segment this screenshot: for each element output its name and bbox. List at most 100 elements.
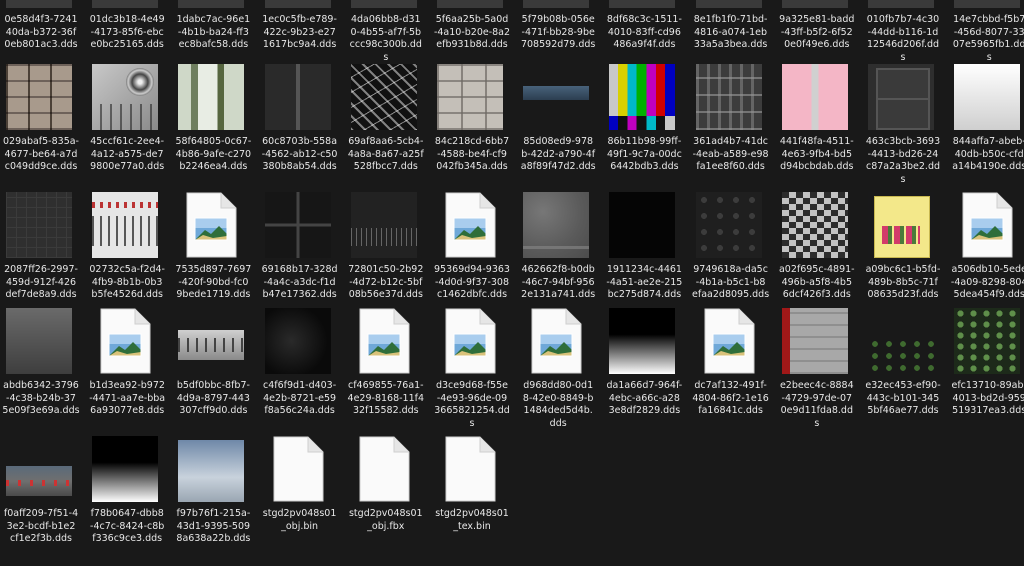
- file-name-line: -46c7-94bf-956: [521, 276, 595, 288]
- file-item[interactable]: 7535d897-7697 -420f-90bd-fc0 9bede1719.dds: [175, 192, 260, 322]
- file-name-line: fa16841c.dds: [698, 405, 763, 416]
- file-name-line: 0-4b55-af7f-5b: [350, 26, 422, 38]
- file-name: 14e7cbbd-f5b7 -456d-8077-33 07e5965fb1.dd s: [948, 14, 1024, 64]
- file-name-line: 40da-b372-36f: [5, 26, 77, 38]
- file-name-line: 307cff9d0.dds: [179, 405, 248, 416]
- file-name-line: 4e29-8168-11f4: [347, 392, 425, 404]
- file-thumbnail: [264, 64, 331, 130]
- file-item[interactable]: 69af8aa6-5cb4- 4a8a-8a67-a25f 528fbcc7.dds: [348, 64, 433, 194]
- file-item[interactable]: 9a325e81-badd -43ff-b5f2-6f52 0e0f49e6.dds: [779, 0, 864, 72]
- file-item[interactable]: 5f79b08b-056e -471f-bb28-9be 708592d79.dds: [521, 0, 605, 72]
- file-item[interactable]: abdb6342-3796 -4c38-b24b-37 5e09f3e69a.dds: [2, 308, 88, 438]
- file-item[interactable]: 84c218cd-6bb7 -4588-be4f-cf9 042fb345a.dds: [435, 64, 519, 194]
- file-item[interactable]: 60c8703b-558a -4562-ab12-c50 380b8ab54.dds: [262, 64, 347, 194]
- file-item[interactable]: 69168b17-328d -4a4c-a3dc-f1d b47e17362.dds: [262, 192, 347, 322]
- file-item[interactable]: 361ad4b7-41dc -4eab-a589-e98 fa1ee8f60.dds: [693, 64, 778, 194]
- file-item[interactable]: 9749618a-da5c -4b1a-b5c1-b8 efaa2d8095.dds: [692, 192, 778, 322]
- file-name-line: 489b-8b5c-71f: [868, 276, 938, 288]
- file-name-line: 443c-b101-345: [866, 392, 940, 404]
- file-name-line: efaa2d8095.dds: [692, 289, 770, 300]
- file-item[interactable]: stgd2pv048s01 _obj.bin: [263, 436, 347, 566]
- file-item[interactable]: 2087ff26-2997- 459d-912f-426 def7de8a9.dds: [4, 192, 88, 322]
- file-name-line: d3ce9d68-f55e: [435, 380, 508, 391]
- file-item[interactable]: f0aff209-7f51-4 3e2-bcdf-b1e2 cf1e2f3b.dds: [4, 436, 88, 566]
- file-name: 9749618a-da5c -4b1a-b5c1-b8 efaa2d8095.dds: [690, 264, 772, 302]
- file-name-line: 58f64805-0c67-: [175, 136, 252, 147]
- file-item[interactable]: 1911234c-4461 -4a51-ae2e-215 bc275d874.dds: [606, 192, 691, 322]
- file-name-line: -4a10-b20e-8a2: [433, 26, 511, 38]
- file-item[interactable]: 029abaf5-835a- 4677-be64-a7d c049dd9ce.dds: [3, 64, 88, 194]
- file-item[interactable]: 1dabc7ac-96e1 -4b1b-ba24-ff3 ec8bafc58.dds: [176, 0, 260, 72]
- file-thumbnail: [178, 0, 245, 8]
- file-item[interactable]: 1ec0c5fb-e789- 422c-9b23-e27 1617bc9a4.dds: [262, 0, 347, 72]
- file-item[interactable]: cf469855-76a1- 4e29-8168-11f4 32f15582.dds: [348, 308, 433, 438]
- file-item[interactable]: 844affa7-abeb- 40db-b50c-cfd a14b4190e.dds: [952, 64, 1024, 194]
- file-name-line: -4c38-b24b-37: [6, 392, 76, 404]
- file-item[interactable]: b5df0bbc-8fb7- 4d9a-8797-443 307cff9d0.dds: [176, 308, 260, 438]
- file-item[interactable]: 0e58d4f3-7241 40da-b372-36f 0eb801ac3.dds: [4, 0, 88, 72]
- file-name: 60c8703b-558a -4562-ab12-c50 380b8ab54.dds: [259, 136, 341, 174]
- file-item[interactable]: e32ec453-ef90- 443c-b101-345 5bf46ae77.dds: [865, 308, 950, 438]
- file-item[interactable]: 86b11b98-99ff- 49f1-9c7a-00dc 6442bdb3.dds: [607, 64, 691, 194]
- file-item[interactable]: 14e7cbbd-f5b7 -456d-8077-33 07e5965fb1.dd s: [952, 0, 1024, 72]
- file-name-line: dc7af132-491f-: [694, 380, 767, 391]
- file-name-line: 72801c50-2b92: [348, 264, 424, 275]
- file-name-line: cf469855-76a1-: [347, 380, 424, 391]
- file-name-line: 1ec0c5fb-e789-: [262, 14, 337, 25]
- file-item[interactable]: 58f64805-0c67- 4b86-9afe-c270 b2246ea4.dds: [175, 64, 260, 194]
- file-thumbnail: [92, 436, 159, 502]
- file-item[interactable]: stgd2pv048s01 _obj.fbx: [349, 436, 433, 566]
- file-name-line: 14e7cbbd-f5b7: [953, 14, 1024, 25]
- file-item[interactable]: a506db10-5ede -4a09-8298-804 5dea454f9.dds: [951, 192, 1024, 322]
- file-name-line: 01dc3b18-4e49: [89, 14, 165, 25]
- file-name-line: 08b56e37d.dds: [348, 289, 423, 300]
- file-thumbnail: [437, 64, 503, 130]
- file-name-line: 3e8df2829.dds: [608, 405, 681, 416]
- file-name-line: -4a4c-a3dc-f1d: [263, 276, 336, 288]
- file-item[interactable]: 02732c5a-f2d4- 4fb9-8b1b-0b3 b5fe4526d.dds: [89, 192, 174, 322]
- file-name-line: 4a12-a575-de7: [90, 148, 164, 160]
- file-item[interactable]: efc13710-89ab- 4013-bd2d-959 519317ea3.dds: [951, 308, 1024, 438]
- file-item[interactable]: 462662f8-b0db -46c7-94bf-956 2e131a741.dds: [521, 192, 605, 322]
- file-thumbnail: [178, 308, 245, 374]
- file-name-line: s: [986, 51, 992, 63]
- file-item[interactable]: 441f48fa-4511- 4e63-9fb4-bd5 d94bcbdab.dds: [780, 64, 864, 194]
- file-item[interactable]: 01dc3b18-4e49 -4173-85f6-ebc e0bc25165.dds: [90, 0, 174, 72]
- file-name-line: 010fb7b7-4c30: [866, 14, 940, 25]
- file-item[interactable]: 4da06bb8-d31 0-4b55-af7f-5b ccc98c300b.dd s: [349, 0, 433, 72]
- file-item[interactable]: 8df68c3c-1511- 4010-83ff-cd96 486a9f4f.dds: [607, 0, 691, 72]
- file-name-line: 12546d206f.dd: [866, 39, 940, 50]
- file-item[interactable]: a09bc6c1-b5fd- 489b-8b5c-71f 08635d23f.dds: [866, 192, 950, 322]
- file-thumbnail: [264, 0, 331, 8]
- file-item[interactable]: 010fb7b7-4c30 -44dd-b116-1d 12546d206f.dd s: [866, 0, 950, 72]
- file-item[interactable]: d968dd80-0d1 8-42e0-8849-b 1484ded5d4b. dds: [521, 308, 605, 438]
- file-item[interactable]: dc7af132-491f- 4804-86f2-1e16 fa16841c.dds: [692, 308, 778, 438]
- file-name: 5f6aa25b-5a0d -4a10-b20e-8a2 efb931b8d.dds: [431, 14, 513, 52]
- file-name-line: 3e2-bcdf-b1e2: [6, 520, 76, 532]
- file-item[interactable]: a02f695c-4891- 496b-a5f8-4b5 6dcf426f3.dds: [779, 192, 864, 322]
- file-item[interactable]: 72801c50-2b92 -4d72-b12c-5bf 08b56e37d.dds: [348, 192, 433, 322]
- file-name-line: -4588-be4f-cf9: [437, 148, 507, 160]
- file-item[interactable]: b1d3ea92-b972 -4471-aa7e-bba 6a93077e8.dds: [89, 308, 174, 438]
- file-item[interactable]: 45ccf61c-2ee4- 4a12-a575-de7 9800e77a0.dds: [90, 64, 174, 194]
- file-item[interactable]: 5f6aa25b-5a0d -4a10-b20e-8a2 efb931b8d.dds: [434, 0, 519, 72]
- file-item[interactable]: 85d08ed9-978 b-42d2-a790-4f a8f89f47d2.dds: [521, 64, 605, 194]
- file-name: efc13710-89ab- 4013-bd2d-959 519317ea3.dds: [948, 380, 1024, 418]
- file-name-line: stgd2pv048s01: [262, 508, 337, 519]
- file-name-line: 422c-9b23-e27: [263, 26, 336, 38]
- file-item[interactable]: 463c3bcb-3693 -4413-bd26-24 c87a2a3be2.dd s: [866, 64, 950, 194]
- file-item[interactable]: f97b76f1-215a- 43d1-9395-509 8a638a22b.dds: [176, 436, 260, 566]
- file-item[interactable]: 95369d94-9363 -4d0d-9f37-308 c1462dbfc.dds: [434, 192, 519, 322]
- file-item[interactable]: f78b0647-dbb8 -4c7c-8424-c8b f336c9ce3.dds: [90, 436, 174, 566]
- file-item[interactable]: 8e1fb1f0-71bd- 4816-a074-1eb 33a5a3bea.dds: [694, 0, 778, 72]
- file-thumbnail: [350, 192, 417, 258]
- file-item[interactable]: stgd2pv048s01 _tex.bin: [435, 436, 519, 566]
- file-item[interactable]: d3ce9d68-f55e -4e93-96de-09 3665821254.dd s: [434, 308, 519, 438]
- file-name-line: c1462dbfc.dds: [436, 289, 508, 300]
- file-item[interactable]: e2beec4c-8884 -4729-97de-07 0e9d11fda8.dd s: [780, 308, 864, 438]
- file-name-line: 4da06bb8-d31: [350, 14, 421, 25]
- file-name-line: 02732c5a-f2d4-: [89, 264, 165, 275]
- file-thumbnail: [695, 64, 762, 130]
- file-item[interactable]: c4f6f9d1-d403- 4e2b-8721-e59 f8a56c24a.dds: [263, 308, 347, 438]
- file-item[interactable]: da1a66d7-964f- 4ebc-a66c-a28 3e8df2829.dds: [607, 308, 691, 438]
